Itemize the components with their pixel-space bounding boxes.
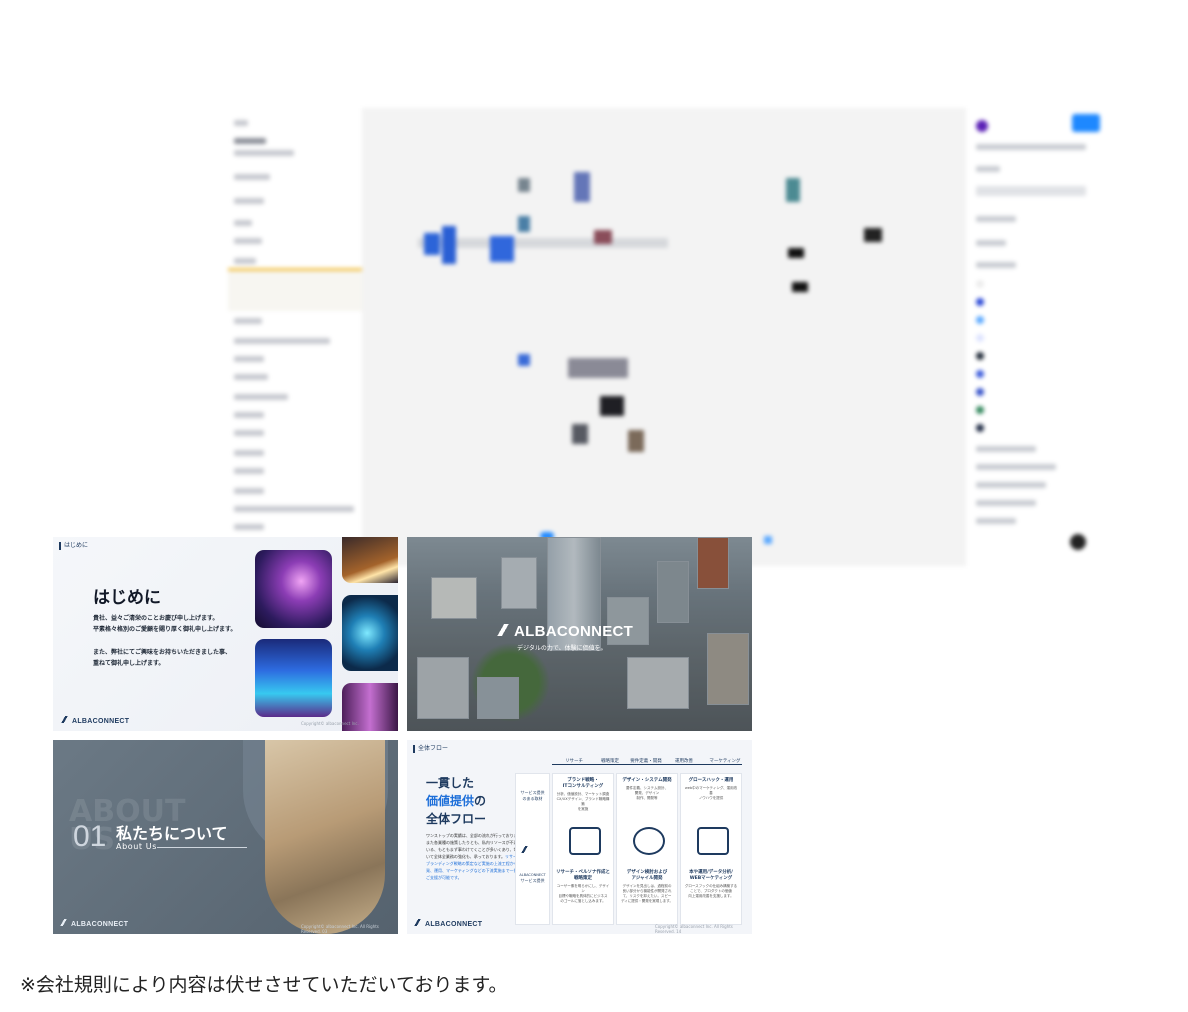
albaconnect-logo: ALBACONNECT — [59, 919, 128, 928]
confidentiality-note: ※会社規則により内容は伏せさせていただいております。 — [20, 974, 508, 996]
slide-heading: はじめに — [93, 588, 161, 608]
section-number: 01 — [73, 820, 107, 853]
flow-description: ワンストップの実績は、全部の流れが行っております。また各業種の施策したりとも、私… — [426, 833, 526, 880]
properties-panel — [966, 108, 1106, 566]
copyright: Copyright© albaconnect Inc. — [301, 721, 359, 726]
slide-tag: はじめに — [59, 542, 88, 550]
service-side-column: サービス提供 のある取材 ALBACONNECT サービス提供 — [515, 773, 550, 925]
flow-title-1: 一貫した — [426, 776, 475, 790]
albaconnect-logo: ALBACONNECT — [60, 716, 129, 725]
flow-column-1: ブランド戦略・ ITコンサルティング 分析、価値設計、マーケット調査 CX/UX… — [552, 773, 614, 925]
intro-line-3: また、弊社にてご興味をお持ちいただきました事、 — [93, 649, 232, 656]
divider — [157, 847, 247, 848]
copyright: Copyright© albaconnect Inc. All Rights R… — [301, 924, 379, 934]
flow-column-2: デザイン・システム開発 要件定義、システム設計、 開発、デザイン 制作、開発等 … — [616, 773, 678, 925]
copyright: Copyright© albaconnect Inc. All Rights R… — [655, 924, 733, 934]
abstract-light-image — [255, 550, 332, 628]
share-button — [1072, 114, 1100, 132]
slide-cover: ALBACONNECT デジタルの力で、体験に価値を。 — [407, 537, 752, 731]
flow-column-3: グロースハック・運用 web中のマーケティング、運用改善 ノウハウを提供 本や運… — [680, 773, 742, 925]
network-globe-image — [342, 595, 398, 671]
architecture-image — [265, 740, 385, 934]
section-subtitle: About Us — [116, 842, 158, 851]
target-icon — [633, 827, 665, 855]
slide-about-us: ABOUT US 01 私たちについて About Us ALBACONNECT… — [53, 740, 398, 934]
tagline: デジタルの力で、体験に価値を。 — [517, 645, 607, 652]
digital-city-image — [255, 639, 332, 717]
flow-title-2: 価値提供の — [426, 794, 487, 808]
chart-analysis-icon — [569, 827, 601, 855]
monitor-icon — [697, 827, 729, 855]
slide-introduction: はじめに はじめに 貴社、益々ご清栄のことお慶び申し上げます。 平素格々格別のご… — [53, 537, 398, 731]
intro-line-1: 貴社、益々ご清栄のことお慶び申し上げます。 — [93, 615, 219, 622]
albaconnect-logo: ALBACONNECT — [413, 919, 482, 928]
section-title: 私たちについて — [116, 824, 228, 843]
intro-line-2: 平素格々格別のご愛顧を賜り厚く御礼申し上げます。 — [93, 626, 237, 633]
albaconnect-logo: ALBACONNECT — [495, 623, 633, 640]
blurred-design-tool — [228, 108, 1106, 566]
intro-line-4: 重ねて御礼申し上げます。 — [93, 660, 165, 667]
flow-title-3: 全体フロー — [426, 812, 487, 826]
slide-overall-flow: 全体フロー 一貫した 価値提供の 全体フロー ワンストップの実績は、全部の流れが… — [407, 740, 752, 934]
layers-panel — [228, 108, 362, 566]
highway-image — [342, 537, 398, 583]
slide-tag: 全体フロー — [413, 745, 448, 753]
